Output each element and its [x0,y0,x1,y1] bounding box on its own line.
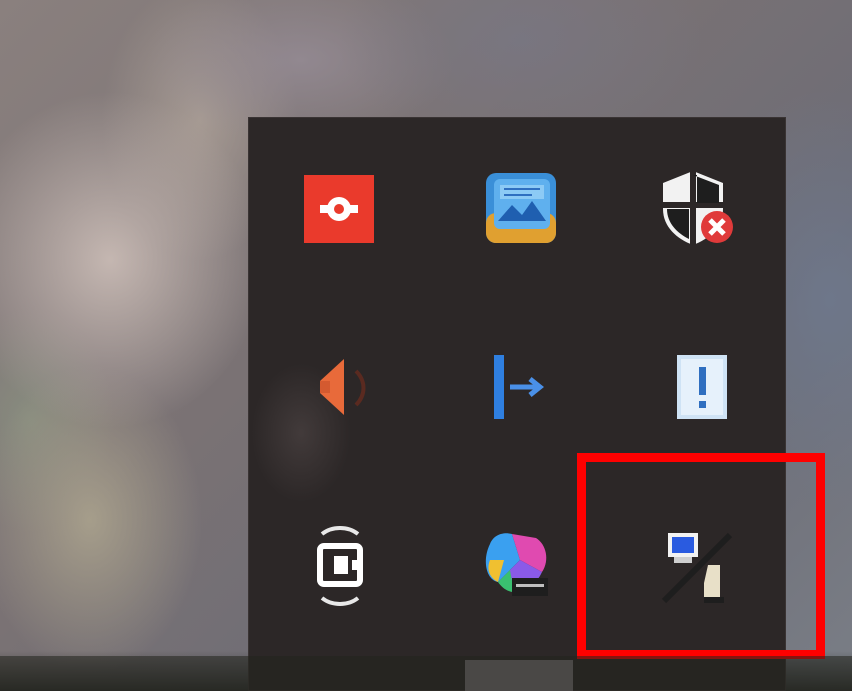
red-circle-app-icon[interactable] [295,162,385,252]
taskbar [0,656,852,691]
clipboard-alert-icon[interactable] [650,340,740,430]
security-shield-warning-icon[interactable] [650,162,740,252]
taskbar-button[interactable] [465,660,573,691]
gallery-app-icon[interactable] [475,162,565,252]
network-disconnected-icon[interactable] [655,520,745,610]
copilot-icon[interactable] [470,520,560,610]
camera-capture-icon[interactable] [295,520,385,610]
exit-arrow-icon[interactable] [475,340,565,430]
speaker-muted-icon[interactable] [295,340,385,430]
